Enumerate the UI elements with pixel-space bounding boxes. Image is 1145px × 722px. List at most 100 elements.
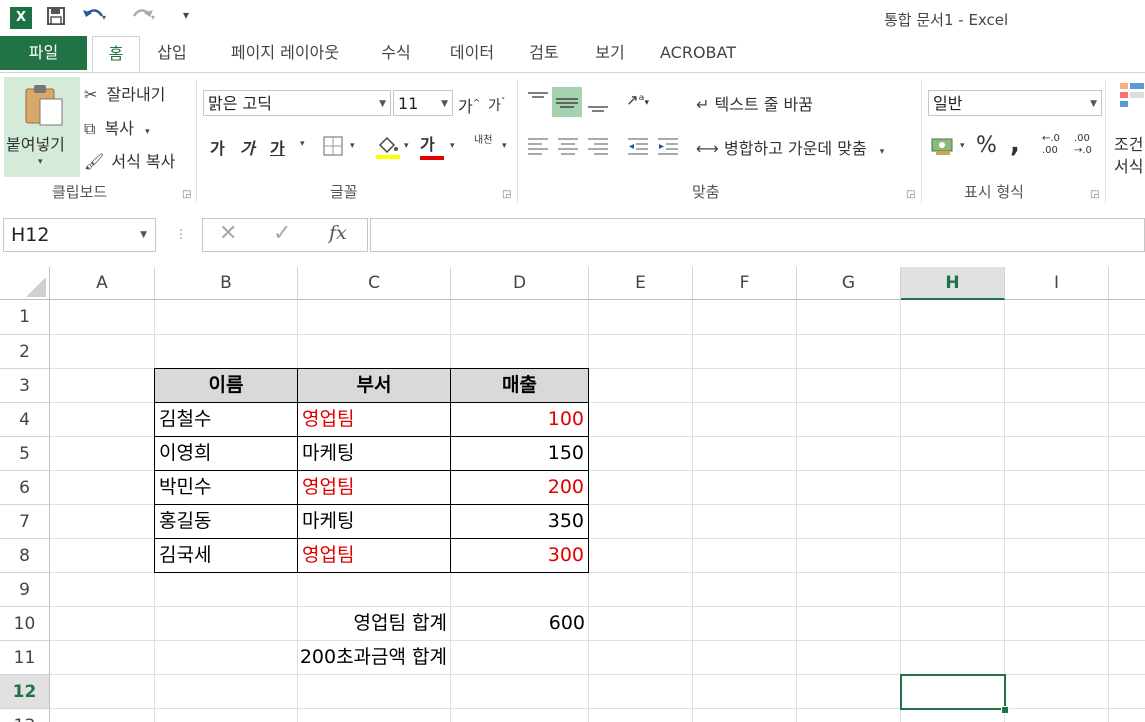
orientation-button[interactable]: ↗ᵃ▾ [626,91,649,109]
table-cell-name[interactable]: 이영희 [155,437,298,471]
tab-view[interactable]: 보기 [588,36,632,70]
table-cell-sales[interactable]: 150 [451,437,589,471]
table-cell-dept[interactable]: 영업팀 [298,539,451,573]
table-cell-name[interactable]: 김국세 [155,539,298,573]
column-header-e[interactable]: E [589,267,693,300]
merge-center-button[interactable]: ⟷ 병합하고 가운데 맞춤 ▾ [696,135,884,159]
column-header-a[interactable]: A [50,267,155,300]
table-cell-dept[interactable]: 영업팀 [298,471,451,505]
insert-function-button[interactable]: fx [329,222,347,244]
row-header-13[interactable]: 13 [0,709,50,722]
save-icon[interactable] [46,6,66,30]
column-header-h[interactable]: H [901,267,1005,300]
tab-acrobat[interactable]: ACROBAT [652,36,744,70]
number-format-select[interactable]: 일반 ▼ [928,90,1102,116]
font-name-select[interactable]: 맑은 고딕 ▼ [203,90,391,116]
copy-button[interactable]: ⧉ 복사 ▾ [84,115,150,139]
increase-decimal-button[interactable]: ←.0.00 [1042,133,1060,157]
clipboard-launcher-icon[interactable]: ◲ [182,189,191,200]
name-box[interactable]: H12 ▼ [3,218,156,252]
row-header-10[interactable]: 10 [0,607,50,641]
column-header-g[interactable]: G [797,267,901,300]
cancel-icon[interactable]: ✕ [219,221,237,246]
table-cell-dept[interactable]: 마케팅 [298,505,451,539]
align-top-button[interactable] [526,89,550,115]
row-header-5[interactable]: 5 [0,437,50,471]
cut-button[interactable]: ✂ 잘라내기 [84,81,165,105]
conditional-formatting-button[interactable]: 조건 [1114,131,1143,155]
accounting-format-button[interactable] [930,135,956,161]
row-header-1[interactable]: 1 [0,300,50,335]
enter-icon[interactable]: ✓ [273,221,291,246]
align-center-button[interactable] [556,135,580,161]
undo-icon[interactable]: ▾ [82,6,108,30]
selected-cell[interactable] [900,674,1006,710]
table-cell-sales[interactable]: 100 [451,403,589,437]
table-cell-sales[interactable]: 200 [451,471,589,505]
chevron-down-icon[interactable]: ▾ [502,141,507,151]
table-cell-name[interactable]: 박민수 [155,471,298,505]
table-cell-name[interactable]: 김철수 [155,403,298,437]
chevron-down-icon[interactable]: ▾ [960,141,965,151]
table-cell-name[interactable]: 홍길동 [155,505,298,539]
fill-color-button[interactable] [374,133,402,165]
align-bottom-button[interactable] [586,89,610,119]
italic-button[interactable]: 가 [240,135,255,159]
chevron-down-icon[interactable]: ▾ [300,139,305,149]
chevron-down-icon[interactable]: ▾ [350,141,355,151]
column-header-c[interactable]: C [298,267,451,300]
tab-formulas[interactable]: 수식 [374,36,418,70]
wrap-text-button[interactable]: ↵ 텍스트 줄 바꿈 [696,91,813,115]
row-header-2[interactable]: 2 [0,335,50,369]
chevron-down-icon[interactable]: ▾ [450,141,455,151]
align-left-button[interactable] [526,135,550,161]
underline-button[interactable]: 가 [270,135,285,159]
tab-insert[interactable]: 삽입 [150,36,194,70]
table-header-dept[interactable]: 부서 [298,369,451,403]
tab-file[interactable]: 파일 [0,36,87,70]
tab-review[interactable]: 검토 [522,36,566,70]
chevron-down-icon[interactable]: ▾ [404,141,409,151]
decrease-indent-button[interactable] [626,135,650,161]
row-header-8[interactable]: 8 [0,539,50,573]
row-header-9[interactable]: 9 [0,573,50,607]
align-right-button[interactable] [586,135,610,161]
alignment-launcher-icon[interactable]: ◲ [906,189,915,200]
borders-button[interactable] [322,135,344,161]
decrease-decimal-button[interactable]: .00 →.0 [1074,133,1092,157]
row-header-7[interactable]: 7 [0,505,50,539]
qat-customize-button[interactable]: ▾ [183,8,189,22]
row-header-3[interactable]: 3 [0,369,50,403]
column-header-b[interactable]: B [155,267,298,300]
table-cell-sales[interactable]: 300 [451,539,589,573]
fill-handle[interactable] [1001,706,1009,714]
increase-indent-button[interactable] [656,135,680,161]
column-header-i[interactable]: I [1005,267,1109,300]
bold-button[interactable]: 가 [210,135,225,159]
percent-button[interactable]: % [976,133,997,158]
font-launcher-icon[interactable]: ◲ [502,189,511,200]
tab-page-layout[interactable]: 페이지 레이아웃 [212,36,358,70]
formula-input[interactable] [370,218,1145,252]
align-middle-button[interactable] [552,87,582,117]
table-cell-dept[interactable]: 영업팀 [298,403,451,437]
column-header-j[interactable] [1109,267,1145,300]
row-header-12[interactable]: 12 [0,675,50,709]
column-header-f[interactable]: F [693,267,797,300]
worksheet-grid[interactable]: A B C D E F G H I 1 2 3 4 5 6 7 8 9 10 1… [0,267,1145,722]
row-header-4[interactable]: 4 [0,403,50,437]
summary-value[interactable]: 600 [451,607,589,641]
font-color-button[interactable]: 가 [420,131,444,160]
comma-button[interactable]: , [1010,129,1020,159]
font-size-select[interactable]: 11 ▼ [393,90,453,116]
table-cell-dept[interactable]: 마케팅 [298,437,451,471]
table-header-sales[interactable]: 매출 [451,369,589,403]
select-all-button[interactable] [0,267,50,300]
summary-value[interactable] [451,641,589,675]
table-header-name[interactable]: 이름 [155,369,298,403]
redo-icon[interactable]: ▾ [132,6,158,30]
row-header-11[interactable]: 11 [0,641,50,675]
grow-font-button[interactable]: 가^ [458,93,480,117]
column-header-d[interactable]: D [451,267,589,300]
number-launcher-icon[interactable]: ◲ [1090,189,1099,200]
